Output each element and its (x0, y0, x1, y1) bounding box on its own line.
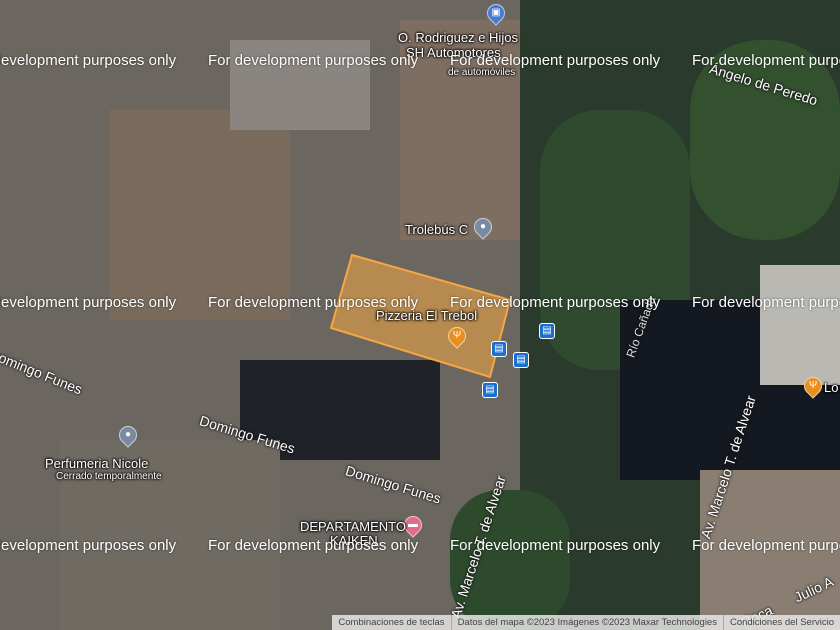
keyboard-shortcuts-button[interactable]: Combinaciones de teclas (332, 615, 450, 630)
map-footer: Combinaciones de teclas Datos del mapa ©… (332, 615, 840, 630)
place-label[interactable]: DEPARTAMENTO (300, 519, 406, 534)
watermark: For development purposes only (0, 294, 177, 311)
watermark: For development purposes only (450, 294, 661, 311)
place-label[interactable]: Trolebús C (405, 222, 468, 237)
watermark: For development purposes only (208, 294, 419, 311)
bus-stop-icon[interactable]: ▤ (491, 341, 507, 357)
watermark: For development purposes only (692, 537, 840, 554)
watermark: For development purposes only (450, 52, 661, 69)
terms-link[interactable]: Condiciones del Servicio (722, 615, 840, 630)
satellite-map[interactable]: ▣ ● Ψ ● ▬ Ψ ▤ ▤ ▤ ▤ O. Rodriguez e Hijos… (0, 0, 840, 630)
bus-stop-icon[interactable]: ▤ (482, 382, 498, 398)
place-label[interactable]: Lo (824, 380, 838, 395)
watermark: For development purposes only (0, 537, 177, 554)
bus-stop-icon[interactable]: ▤ (513, 352, 529, 368)
place-label[interactable]: Perfumeria Nicole (45, 456, 148, 471)
watermark: For development purposes only (692, 52, 840, 69)
place-label[interactable]: O. Rodriguez e Hijos (398, 30, 518, 45)
watermark: For development purposes only (208, 52, 419, 69)
place-status: Cerrado temporalmente (56, 471, 162, 482)
watermark: For development purposes only (450, 537, 661, 554)
watermark: For development purposes only (0, 52, 177, 69)
watermark: For development purposes only (208, 537, 419, 554)
bus-stop-icon[interactable]: ▤ (539, 323, 555, 339)
watermark: For development purposes only (692, 294, 840, 311)
map-attribution: Datos del mapa ©2023 Imágenes ©2023 Maxa… (450, 615, 723, 630)
